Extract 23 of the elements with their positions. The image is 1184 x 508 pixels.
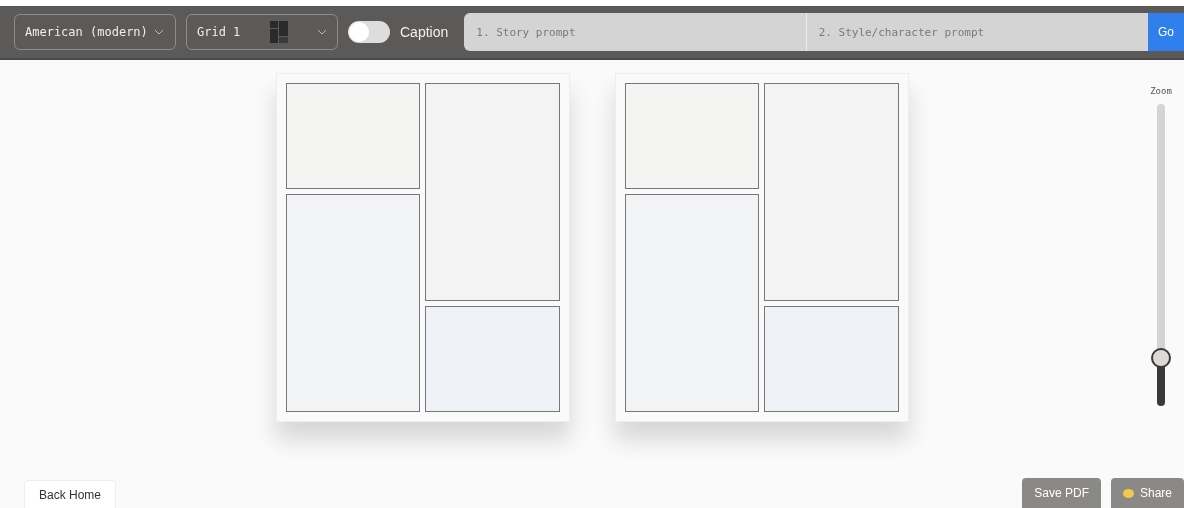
comic-panel[interactable] bbox=[624, 83, 759, 189]
save-pdf-button[interactable]: Save PDF bbox=[1022, 478, 1101, 508]
comic-panel[interactable] bbox=[285, 83, 420, 189]
caption-label: Caption bbox=[400, 24, 449, 40]
caption-toggle[interactable] bbox=[348, 21, 390, 43]
comic-panel[interactable] bbox=[285, 194, 420, 412]
grid-select[interactable]: Grid 1 bbox=[186, 14, 338, 50]
comic-panel[interactable] bbox=[764, 83, 899, 301]
go-button[interactable]: Go bbox=[1148, 13, 1184, 51]
comic-panel[interactable] bbox=[764, 306, 899, 412]
style-select[interactable]: American (modern) bbox=[14, 14, 176, 50]
story-prompt-field[interactable]: 1. Story prompt bbox=[464, 13, 806, 51]
chevron-down-icon bbox=[153, 29, 164, 35]
chevron-down-icon bbox=[317, 29, 327, 35]
back-home-button[interactable]: Back Home bbox=[24, 480, 116, 508]
layout-icon bbox=[269, 21, 288, 43]
comic-panel[interactable] bbox=[425, 306, 560, 412]
blob-icon bbox=[1122, 488, 1134, 498]
style-prompt-field[interactable]: 2. Style/character prompt bbox=[805, 13, 1148, 51]
zoom-label: Zoom bbox=[1150, 86, 1172, 96]
comic-panel[interactable] bbox=[425, 83, 560, 301]
comic-panel[interactable] bbox=[624, 194, 759, 412]
share-button[interactable]: Share bbox=[1110, 478, 1184, 508]
